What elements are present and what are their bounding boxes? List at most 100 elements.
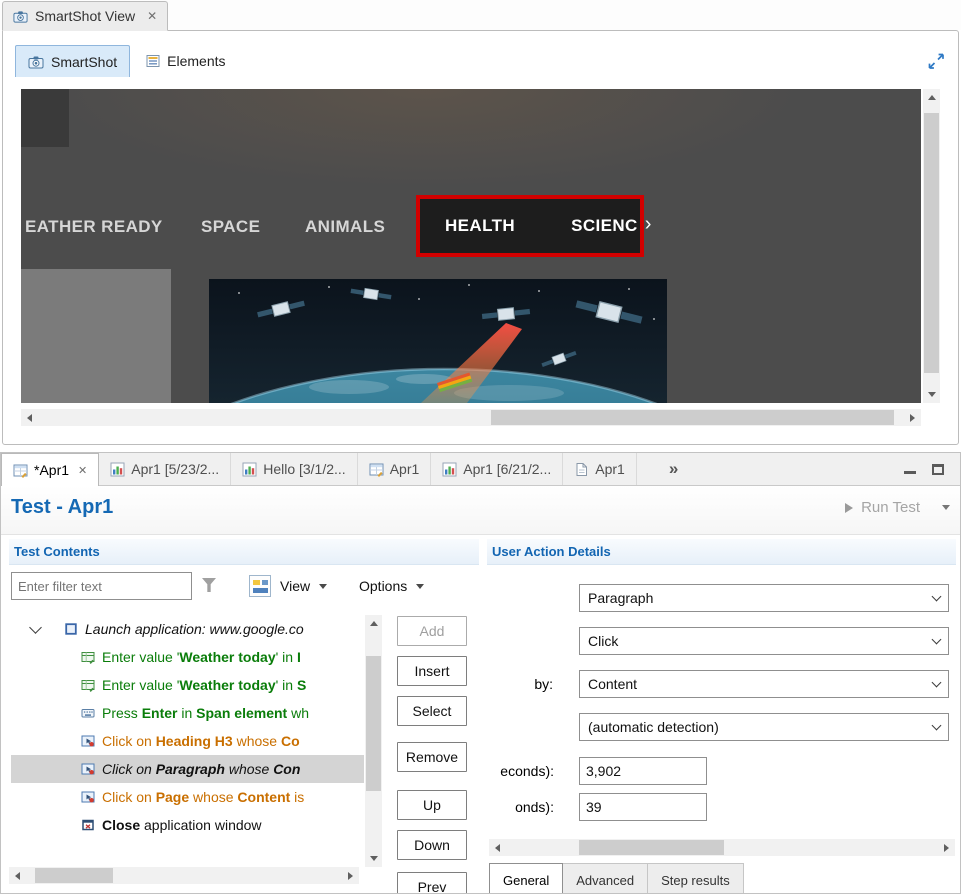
carousel-next-icon: › <box>645 213 652 236</box>
scroll-left-icon[interactable] <box>21 409 38 426</box>
editor-tab-log-3[interactable]: Apr1 [6/21/2... <box>431 453 563 485</box>
options-dropdown-label: Options <box>359 578 407 594</box>
test-script-icon <box>369 462 384 477</box>
test-script-icon <box>13 463 28 478</box>
chevron-down-icon[interactable] <box>924 585 948 611</box>
screenshot-vertical-scrollbar[interactable] <box>923 89 940 403</box>
satellite-illustration <box>209 279 667 403</box>
editor-tab-log-1[interactable]: Apr1 [5/23/2... <box>99 453 231 485</box>
test-step-row[interactable]: Click on Heading H3 whose Co <box>11 727 364 755</box>
tab-smartshot[interactable]: SmartShot <box>15 45 130 77</box>
view-dropdown-label: View <box>280 578 310 594</box>
run-test-button[interactable]: Run Test <box>845 499 950 516</box>
smartshot-view-tab[interactable]: SmartShot View ✕ <box>2 1 168 31</box>
close-icon[interactable]: ✕ <box>147 9 157 23</box>
scrollbar-thumb[interactable] <box>579 840 724 855</box>
scrollbar-thumb[interactable] <box>35 868 113 883</box>
milliseconds-label: econds): <box>487 757 554 785</box>
nav-health: HEALTH <box>445 216 515 236</box>
combo-value: Paragraph <box>580 590 924 606</box>
tab-step-results[interactable]: Step results <box>648 863 744 894</box>
chevron-down-icon <box>319 584 327 589</box>
view-mode-icon <box>249 575 271 597</box>
up-button[interactable]: Up <box>397 790 467 820</box>
screenshot-horizontal-scrollbar[interactable] <box>21 409 921 426</box>
combo-value: Click <box>580 633 924 649</box>
screenshot-canvas[interactable]: EATHER READY SPACE ANIMALS HEALTH SCIENC… <box>21 89 921 403</box>
scrollbar-thumb[interactable] <box>491 410 894 425</box>
scroll-left-icon[interactable] <box>489 839 506 856</box>
smartshot-view-body: SmartShot Elements EATHER READY SPACE AN… <box>2 30 959 445</box>
minimize-icon[interactable] <box>904 464 916 474</box>
test-step-row[interactable]: Enter value 'Weather today' in I <box>11 643 364 671</box>
scroll-right-icon[interactable] <box>342 867 359 884</box>
chevron-down-icon[interactable] <box>942 505 950 510</box>
seconds-label: onds): <box>487 793 554 821</box>
detection-combo[interactable]: (automatic detection) <box>579 713 949 741</box>
view-tab-bar: SmartShot View ✕ <box>0 0 961 30</box>
close-window-step-icon <box>81 818 95 832</box>
test-log-icon <box>242 462 257 477</box>
editor-tab-apr1-3[interactable]: Apr1 <box>563 453 637 485</box>
smartshot-view-panel: SmartShot View ✕ SmartShot Elements <box>0 0 961 446</box>
milliseconds-input[interactable] <box>579 757 707 785</box>
scroll-up-icon[interactable] <box>365 615 382 632</box>
tab-overflow-chevron[interactable]: » <box>669 459 678 479</box>
chevron-down-icon[interactable] <box>924 714 948 740</box>
scrollbar-thumb[interactable] <box>366 656 381 791</box>
prev-button[interactable]: Prev <box>397 872 467 894</box>
nav-animals: ANIMALS <box>305 217 385 237</box>
document-icon <box>574 462 589 477</box>
test-step-row[interactable]: Press Enter in Span element wh <box>11 699 364 727</box>
section-title: User Action Details <box>492 544 611 559</box>
tab-elements[interactable]: Elements <box>134 45 237 77</box>
enter-value-step-icon <box>81 650 95 664</box>
editor-tab-log-2[interactable]: Hello [3/1/2... <box>231 453 358 485</box>
view-dropdown[interactable]: View <box>249 571 327 601</box>
identify-by-combo[interactable]: Content <box>579 670 949 698</box>
enter-value-step-icon <box>81 678 95 692</box>
scroll-right-icon[interactable] <box>938 839 955 856</box>
options-dropdown[interactable]: Options <box>359 571 424 601</box>
test-step-row[interactable]: Launch application: www.google.co <box>11 615 364 643</box>
test-steps-tree: Launch application: www.google.co Enter … <box>11 615 364 867</box>
maximize-icon[interactable] <box>932 464 944 475</box>
scroll-right-icon[interactable] <box>904 409 921 426</box>
remove-button[interactable]: Remove <box>397 742 467 772</box>
tab-general[interactable]: General <box>489 863 563 894</box>
editor-tab-apr1-2[interactable]: Apr1 <box>358 453 432 485</box>
user-action-details-header: User Action Details <box>487 539 956 565</box>
editor-tab-bar: *Apr1 ✕ Apr1 [5/23/2... Hello [3/1/2... … <box>1 453 960 486</box>
tab-advanced[interactable]: Advanced <box>563 863 648 894</box>
combo-value: (automatic detection) <box>580 719 924 735</box>
chevron-down-icon[interactable] <box>924 628 948 654</box>
seconds-input[interactable] <box>579 793 707 821</box>
tree-vertical-scrollbar[interactable] <box>365 615 382 867</box>
scroll-down-icon[interactable] <box>365 850 382 867</box>
scroll-down-icon[interactable] <box>923 386 940 403</box>
role-combo[interactable]: Paragraph <box>579 584 949 612</box>
scroll-left-icon[interactable] <box>9 867 26 884</box>
tab-label: *Apr1 <box>34 462 69 478</box>
test-step-row[interactable]: Close application window <box>11 811 364 839</box>
test-step-row[interactable]: Enter value 'Weather today' in S <box>11 671 364 699</box>
close-icon[interactable]: ✕ <box>78 464 87 477</box>
down-button[interactable]: Down <box>397 830 467 860</box>
editor-tab-apr1[interactable]: *Apr1 ✕ <box>1 453 99 486</box>
maximize-view-icon[interactable] <box>926 51 946 71</box>
test-step-row-selected[interactable]: Click on Paragraph whose Con <box>11 755 364 783</box>
insert-button[interactable]: Insert <box>397 656 467 686</box>
scroll-up-icon[interactable] <box>923 89 940 106</box>
chevron-down-icon[interactable] <box>29 621 42 634</box>
test-step-row[interactable]: Click on Page whose Content is <box>11 783 364 811</box>
scrollbar-thumb[interactable] <box>924 113 939 373</box>
select-button[interactable]: Select <box>397 696 467 726</box>
action-combo[interactable]: Click <box>579 627 949 655</box>
filter-input[interactable] <box>11 572 192 600</box>
add-button[interactable]: Add <box>397 616 467 646</box>
filter-icon[interactable] <box>202 578 216 592</box>
chevron-down-icon[interactable] <box>924 671 948 697</box>
nav-space: SPACE <box>201 217 260 237</box>
tree-horizontal-scrollbar[interactable] <box>9 867 359 884</box>
details-horizontal-scrollbar[interactable] <box>489 839 955 856</box>
